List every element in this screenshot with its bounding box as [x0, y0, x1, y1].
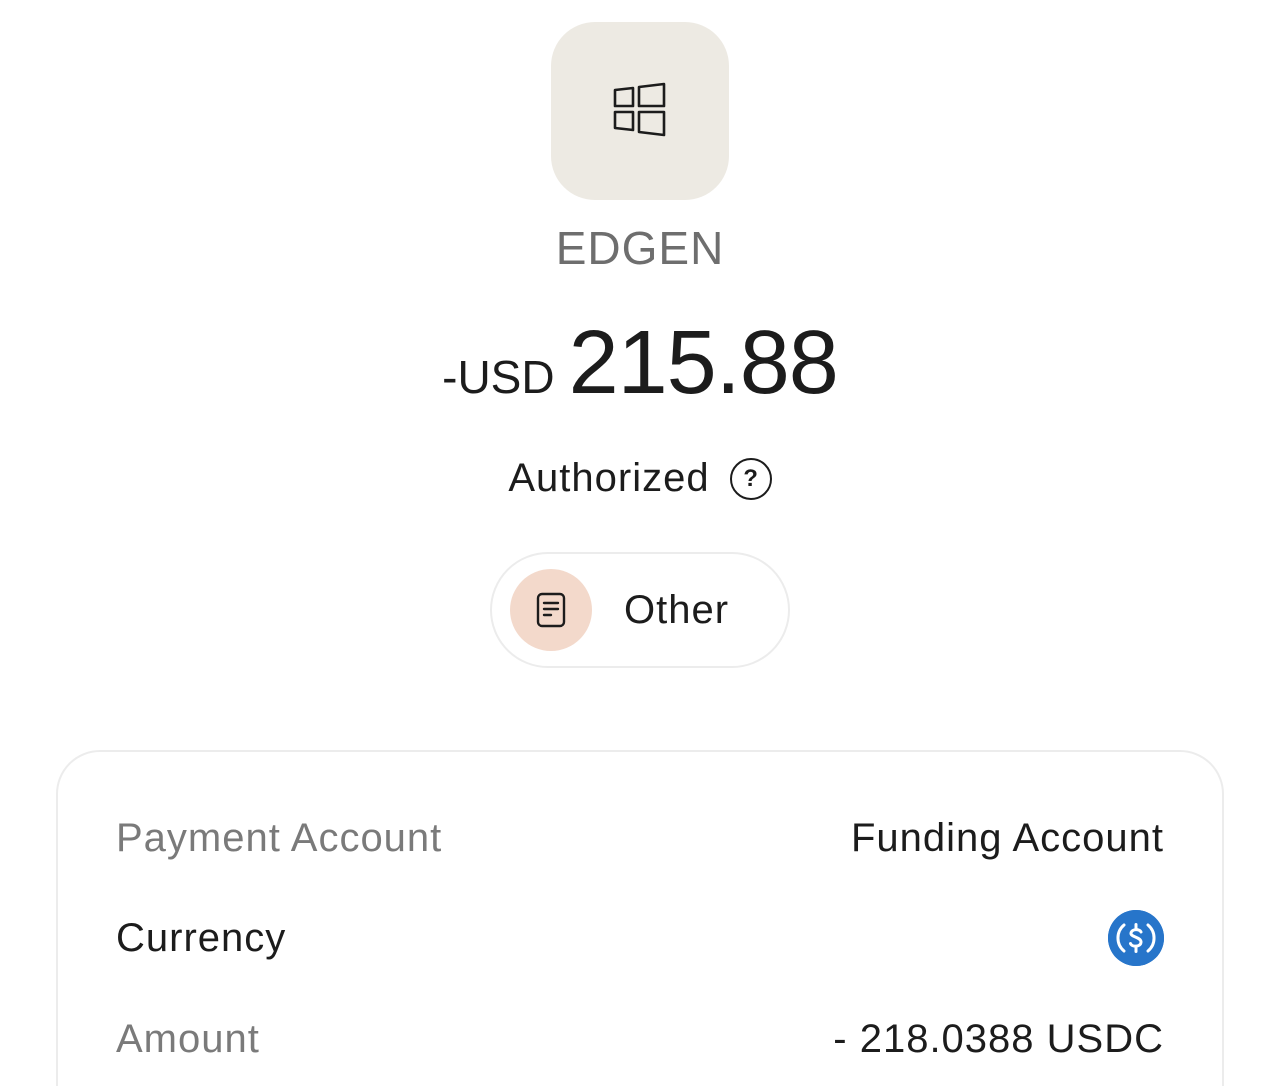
merchant-logo: [551, 22, 729, 200]
status-label: Authorized: [508, 456, 710, 500]
windows-logo-icon: [613, 82, 666, 137]
payment-account-value: Funding Account: [851, 815, 1164, 860]
transaction-amount: -USD 215.88: [0, 318, 1280, 408]
currency-prefix: -USD: [442, 351, 555, 403]
status-row: Authorized ?: [0, 456, 1280, 501]
merchant-name: EDGEN: [555, 222, 725, 274]
payment-account-label: Payment Account: [116, 815, 443, 860]
usdc-coin-icon: [1108, 910, 1164, 966]
amount-value: 215.88: [568, 313, 839, 413]
currency-row: Currency: [116, 908, 1164, 968]
amount-row: Amount - 218.0388 USDC: [116, 1009, 1164, 1069]
receipt-icon: [536, 592, 566, 628]
category-label: Other: [624, 587, 730, 632]
transaction-detail-page: EDGEN -USD 215.88 Authorized ? Other Pay…: [0, 0, 1280, 1086]
amount-label: Amount: [116, 1016, 260, 1061]
usdc-symbol: [1108, 910, 1164, 966]
category-button[interactable]: Other: [490, 552, 790, 668]
category-icon-badge: [510, 569, 592, 651]
details-card: Payment Account Funding Account Currency…: [56, 750, 1224, 1086]
payment-account-row[interactable]: Payment Account Funding Account: [116, 808, 1164, 868]
currency-label: Currency: [116, 915, 287, 960]
question-circle-icon[interactable]: ?: [729, 457, 772, 500]
amount-usdc-value: - 218.0388 USDC: [833, 1016, 1164, 1061]
